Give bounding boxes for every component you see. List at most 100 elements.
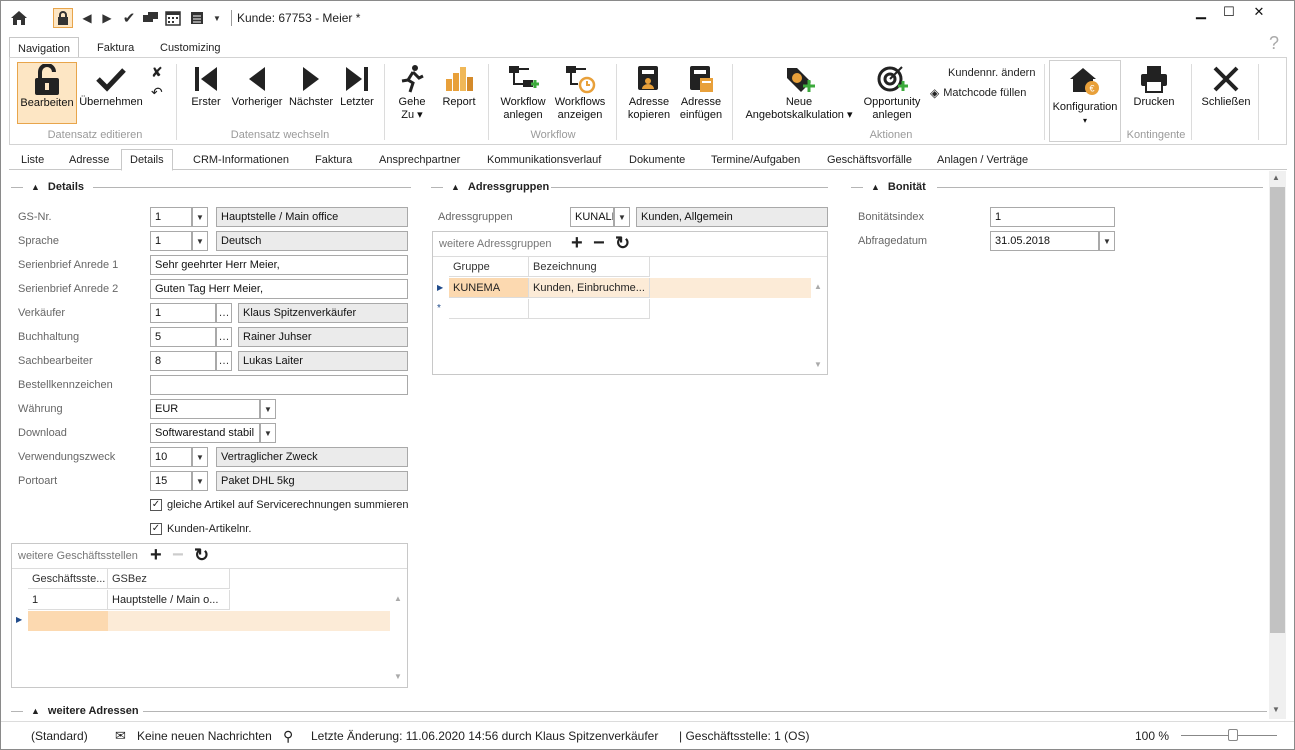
- sprache-field[interactable]: 1: [150, 231, 192, 251]
- download-dropdown-icon[interactable]: ▼: [260, 423, 276, 443]
- verwendungszweck-field[interactable]: 10: [150, 447, 192, 467]
- tab-kommunikationsverlauf[interactable]: Kommunikationsverlauf: [479, 149, 609, 170]
- new-row-focused-cell[interactable]: [28, 611, 108, 631]
- tab-liste[interactable]: Liste: [13, 149, 52, 170]
- tab-faktura[interactable]: Faktura: [307, 149, 360, 170]
- tab-dokumente[interactable]: Dokumente: [621, 149, 693, 170]
- tab-details[interactable]: Details: [121, 149, 173, 171]
- col-header-bezeichnung[interactable]: Bezeichnung: [529, 257, 650, 277]
- prev-icon[interactable]: ◀: [77, 8, 97, 28]
- download-select[interactable]: Softwarestand stabil: [150, 423, 260, 443]
- gs-nr-dropdown-icon[interactable]: ▼: [192, 207, 208, 227]
- tab-anlagen-vertraege[interactable]: Anlagen / Verträge: [929, 149, 1036, 170]
- zoom-slider-thumb[interactable]: [1228, 729, 1239, 741]
- verkaeufer-field[interactable]: 1: [150, 303, 216, 323]
- report-button[interactable]: Report: [437, 62, 481, 124]
- erster-button[interactable]: Erster: [186, 62, 226, 124]
- new-row-cell[interactable]: [529, 299, 650, 319]
- remove-icon[interactable]: −: [172, 545, 184, 565]
- add-icon[interactable]: +: [571, 233, 583, 253]
- table-row-cell[interactable]: KUNEMA: [449, 278, 529, 298]
- col-header-gsbez[interactable]: GSBez: [108, 569, 230, 589]
- undo-icon[interactable]: ↶: [151, 84, 163, 101]
- tab-crm-informationen[interactable]: CRM-Informationen: [185, 149, 297, 170]
- sprache-dropdown-icon[interactable]: ▼: [192, 231, 208, 251]
- col-header-gruppe[interactable]: Gruppe: [449, 257, 529, 277]
- bonitaetsindex-field[interactable]: 1: [990, 207, 1115, 227]
- add-icon[interactable]: +: [150, 545, 162, 565]
- drucken-button[interactable]: Drucken: [1128, 62, 1180, 124]
- portoart-dropdown-icon[interactable]: ▼: [192, 471, 208, 491]
- vorheriger-button[interactable]: Vorheriger: [228, 62, 286, 124]
- new-row-cell[interactable]: [449, 299, 529, 319]
- matchcode-fuellen-button[interactable]: ◈ Matchcode füllen: [930, 85, 1026, 101]
- minimize-button[interactable]: ▁: [1187, 1, 1215, 23]
- bearbeiten-button[interactable]: Bearbeiten: [17, 62, 77, 124]
- waehrung-dropdown-icon[interactable]: ▼: [260, 399, 276, 419]
- buchhaltung-field[interactable]: 5: [150, 327, 216, 347]
- scroll-down-icon[interactable]: ▼: [1272, 705, 1280, 714]
- scroll-up-icon[interactable]: ▲: [1272, 173, 1280, 182]
- adressgruppen-section-header[interactable]: ▲ Adressgruppen: [451, 180, 549, 194]
- sachbearbeiter-lookup-button[interactable]: …: [216, 351, 232, 371]
- scroll-up-icon[interactable]: ▲: [814, 282, 822, 291]
- details-section-header[interactable]: ▲ Details: [31, 180, 84, 194]
- close-window-button[interactable]: ✕: [1245, 1, 1273, 23]
- scroll-down-icon[interactable]: ▼: [394, 672, 402, 681]
- lock-icon[interactable]: [53, 8, 73, 28]
- table-row-cell[interactable]: 1: [28, 590, 108, 610]
- adresse-einfuegen-button[interactable]: Adresse einfügen: [676, 62, 726, 124]
- sachbearbeiter-field[interactable]: 8: [150, 351, 216, 371]
- adresse-kopieren-button[interactable]: Adresse kopieren: [624, 62, 674, 124]
- maximize-button[interactable]: ☐: [1215, 1, 1243, 23]
- buchhaltung-lookup-button[interactable]: …: [216, 327, 232, 347]
- list-icon[interactable]: [187, 8, 207, 28]
- gehe-zu-button[interactable]: Gehe Zu ▾: [392, 62, 432, 124]
- gleiche-artikel-checkbox[interactable]: ✓: [150, 499, 162, 511]
- opportunity-anlegen-button[interactable]: Opportunity anlegen: [860, 62, 924, 124]
- search-icon[interactable]: ⚲: [283, 727, 293, 745]
- kunden-artikelnr-checkbox[interactable]: ✓: [150, 523, 162, 535]
- weitere-adressen-section-header[interactable]: ▲ weitere Adressen: [31, 704, 139, 718]
- table-row-cell[interactable]: Kunden, Einbruchme...: [529, 278, 650, 298]
- help-icon[interactable]: ?: [1269, 33, 1279, 54]
- anrede2-field[interactable]: Guten Tag Herr Meier,: [150, 279, 408, 299]
- next-icon[interactable]: ▶: [97, 8, 117, 28]
- neue-angebotskalkulation-button[interactable]: Neue Angebotskalkulation ▾: [742, 62, 856, 124]
- status-messages[interactable]: Keine neuen Nachrichten: [137, 727, 272, 745]
- vertical-scrollbar[interactable]: ▲ ▼: [1269, 171, 1286, 719]
- letzter-button[interactable]: Letzter: [337, 62, 377, 124]
- calendar-icon[interactable]: [163, 8, 183, 28]
- discard-icon[interactable]: ✘: [151, 64, 163, 81]
- col-header-geschaeftsstelle[interactable]: Geschäftsste...: [28, 569, 108, 589]
- tab-adresse[interactable]: Adresse: [61, 149, 117, 170]
- naechster-button[interactable]: Nächster: [287, 62, 335, 124]
- waehrung-select[interactable]: EUR: [150, 399, 260, 419]
- tab-ansprechpartner[interactable]: Ansprechpartner: [371, 149, 468, 170]
- mail-icon[interactable]: ✉: [115, 727, 126, 745]
- workflow-anlegen-button[interactable]: Workflow anlegen: [496, 62, 550, 124]
- bonitaet-section-header[interactable]: ▲ Bonität: [871, 180, 926, 194]
- adressgruppen-dropdown-icon[interactable]: ▼: [614, 207, 630, 227]
- comment-icon[interactable]: [141, 8, 161, 28]
- remove-icon[interactable]: −: [593, 233, 605, 253]
- table-row-cell[interactable]: Hauptstelle / Main o...: [108, 590, 230, 610]
- scroll-down-icon[interactable]: ▼: [814, 360, 822, 369]
- check-icon[interactable]: ✔: [119, 8, 139, 28]
- ribbon-tab-customizing[interactable]: Customizing: [152, 37, 229, 58]
- refresh-icon[interactable]: ↻: [194, 545, 209, 565]
- adressgruppen-field[interactable]: KUNALL: [570, 207, 614, 227]
- uebernehmen-button[interactable]: Übernehmen: [78, 62, 144, 124]
- tab-geschaeftsvorfaelle[interactable]: Geschäftsvorfälle: [819, 149, 920, 170]
- abfragedatum-dropdown-icon[interactable]: ▼: [1099, 231, 1115, 251]
- refresh-icon[interactable]: ↻: [615, 233, 630, 253]
- tab-termine-aufgaben[interactable]: Termine/Aufgaben: [703, 149, 808, 170]
- kundennr-aendern-button[interactable]: Kundennr. ändern: [948, 65, 1035, 81]
- home-icon[interactable]: [9, 8, 29, 28]
- scroll-up-icon[interactable]: ▲: [394, 594, 402, 603]
- anrede1-field[interactable]: Sehr geehrter Herr Meier,: [150, 255, 408, 275]
- abfragedatum-field[interactable]: 31.05.2018: [990, 231, 1099, 251]
- portoart-field[interactable]: 15: [150, 471, 192, 491]
- ribbon-tab-faktura[interactable]: Faktura: [89, 37, 142, 58]
- customize-dropdown-icon[interactable]: ▼: [207, 8, 227, 28]
